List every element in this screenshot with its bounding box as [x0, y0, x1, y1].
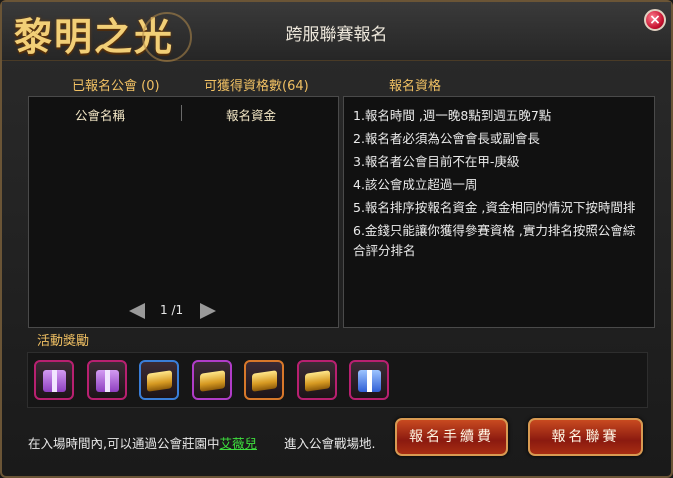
- register-league-button[interactable]: 報名聯賽: [528, 418, 643, 456]
- pager: 1 /1: [129, 301, 239, 321]
- purple-gift-icon: [96, 370, 119, 392]
- column-registration-fund[interactable]: 報名資金: [226, 105, 276, 124]
- reward-slot[interactable]: [349, 360, 389, 400]
- reward-slot[interactable]: [34, 360, 74, 400]
- reward-slot[interactable]: [244, 360, 284, 400]
- gold-bars-icon: [305, 370, 330, 392]
- title-bar: 黎明之光 跨服聯賽報名 ×: [2, 2, 671, 62]
- rule-item: 1.報名時間 ,週一晚8點到週五晚7點: [353, 108, 552, 123]
- reward-slot[interactable]: [192, 360, 232, 400]
- page-indicator: 1 /1: [160, 303, 184, 317]
- registration-fee-button[interactable]: 報名手續費: [395, 418, 508, 456]
- rules-list: 1.報名時間 ,週一晚8點到週五晚7點 2.報名者必須為公會會長或副會長 3.報…: [344, 97, 654, 261]
- purple-gift-icon: [43, 370, 66, 392]
- reward-strip: [27, 352, 648, 408]
- footer-suffix: 進入公會戰場地.: [284, 436, 376, 451]
- prev-page-icon[interactable]: [129, 303, 145, 319]
- rule-item: 6.金錢只能讓你獲得參賽資格 ,實力排名按照公會綜合評分排名: [353, 223, 636, 258]
- gold-bars-icon: [147, 370, 172, 392]
- footer-prefix: 在入場時間內,可以通過公會莊園中: [28, 436, 220, 451]
- rule-item: 2.報名者必須為公會會長或副會長: [353, 131, 540, 146]
- footer-note: 在入場時間內,可以通過公會莊園中艾薇兒 進入公會戰場地.: [28, 433, 375, 452]
- rule-item: 4.該公會成立超過一周: [353, 177, 478, 192]
- window-title: 跨服聯賽報名: [285, 25, 388, 45]
- blue-gift-icon: [358, 370, 381, 392]
- gold-bars-icon: [252, 370, 277, 392]
- reward-slot[interactable]: [139, 360, 179, 400]
- reward-slot[interactable]: [297, 360, 337, 400]
- close-icon[interactable]: ×: [644, 9, 666, 31]
- rules-panel: 1.報名時間 ,週一晚8點到週五晚7點 2.報名者必須為公會會長或副會長 3.報…: [343, 96, 655, 328]
- registered-guilds-label: 已報名公會 (0): [72, 79, 160, 94]
- next-page-icon[interactable]: [200, 303, 216, 319]
- qualification-heading: 報名資格: [389, 79, 442, 94]
- gold-bars-icon: [200, 370, 225, 392]
- qualifiable-count-label: 可獲得資格數(64): [204, 79, 309, 94]
- rule-item: 3.報名者公會目前不在甲-庚級: [353, 154, 520, 169]
- reward-slot[interactable]: [87, 360, 127, 400]
- npc-link[interactable]: 艾薇兒: [219, 436, 257, 451]
- guild-list-panel: 公會名稱 報名資金 1 /1: [28, 96, 339, 328]
- column-guild-name[interactable]: 公會名稱: [75, 105, 125, 124]
- rewards-label: 活動獎勵: [37, 334, 90, 349]
- column-divider: [181, 105, 182, 121]
- rule-item: 5.報名排序按報名資金 ,資金相同的情況下按時間排: [353, 200, 636, 215]
- dialog-window: 黎明之光 跨服聯賽報名 × 已報名公會 (0) 可獲得資格數(64) 報名資格 …: [0, 0, 673, 478]
